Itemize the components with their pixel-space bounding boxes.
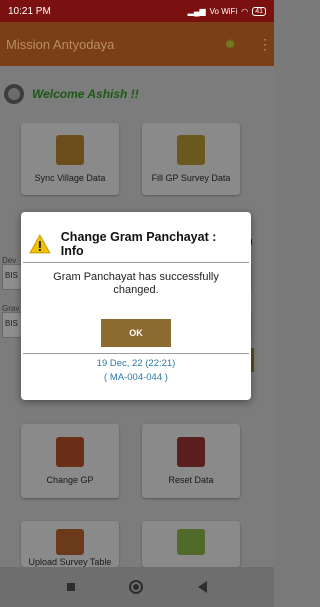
tile-sync-village-data[interactable]: Sync Village Data: [21, 123, 119, 195]
battery-icon: 41: [252, 6, 266, 16]
welcome-row: Welcome Ashish !!: [4, 84, 139, 104]
wifi-label: Vo WiFi: [209, 6, 238, 16]
user-icon: [4, 84, 24, 104]
tile-label: Fill GP Survey Data: [151, 173, 231, 183]
tile-label: Upload Survey Table: [28, 557, 112, 567]
status-time: 10:21 PM: [8, 5, 51, 17]
system-nav-bar: [0, 567, 274, 607]
dialog-title: Change Gram Panchayat : Info: [60, 230, 217, 258]
dialog-code: ( MA-004-044 ): [104, 372, 168, 383]
tile-change-gp[interactable]: Change GP: [21, 424, 119, 498]
wifi-icon: ◠: [241, 6, 249, 16]
reset-data-icon: [177, 437, 205, 467]
app-title: Mission Antyodaya: [6, 36, 115, 52]
upload-form-icon: [56, 529, 84, 555]
home-icon[interactable]: [129, 580, 144, 594]
sync-icon[interactable]: ✸: [224, 36, 236, 53]
tile-map[interactable]: [142, 521, 240, 567]
tile-reset-data[interactable]: Reset Data: [142, 424, 240, 498]
status-icons: ▂▄▆ Vo WiFi ◠ 41: [187, 6, 266, 16]
app-bar: Mission Antyodaya ✸ ⋮: [0, 22, 274, 66]
tile-label: Sync Village Data: [34, 173, 106, 183]
dialog-divider: [23, 353, 249, 354]
tile-fill-gp-survey[interactable]: Fill GP Survey Data: [142, 123, 240, 195]
dialog-date: 19 Dec, 22 (22:21): [96, 358, 176, 369]
tile-label: Change GP: [46, 475, 94, 485]
ok-button[interactable]: OK: [101, 319, 171, 347]
location-swap-icon: [56, 437, 84, 467]
survey-form-icon: [177, 135, 205, 165]
database-sync-icon: [56, 135, 84, 165]
signal-icon: ▂▄▆: [187, 6, 206, 16]
tile-label: Reset Data: [168, 475, 214, 485]
dialog-header: Change Gram Panchayat : Info: [21, 212, 251, 262]
info-dialog: Change Gram Panchayat : Info Gram Pancha…: [21, 212, 251, 400]
recents-icon[interactable]: [67, 583, 76, 591]
back-icon[interactable]: [197, 581, 207, 593]
dialog-message: Gram Panchayat has successfully changed.: [53, 271, 219, 296]
warning-icon: [29, 234, 51, 254]
tile-upload-survey[interactable]: Upload Survey Table: [21, 521, 119, 567]
status-bar: 10:21 PM ▂▄▆ Vo WiFi ◠ 41: [0, 0, 274, 22]
welcome-text: Welcome Ashish !!: [32, 87, 139, 101]
more-vert-icon[interactable]: ⋮: [258, 36, 272, 53]
map-icon: [177, 529, 205, 555]
